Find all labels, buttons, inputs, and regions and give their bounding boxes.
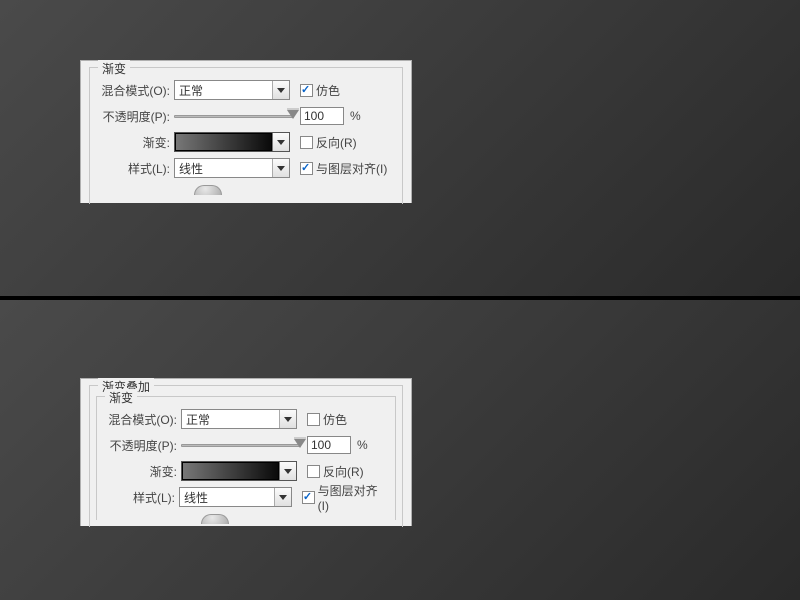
reverse-label: 反向(R) [316,134,357,151]
style-value: 线性 [175,160,272,177]
opacity-slider[interactable] [174,107,294,125]
opacity-slider[interactable] [181,436,301,454]
gradient-overlay-panel-bottom: 渐变叠加 渐变 混合模式(O): 正常 仿色 不透明度(P): 100 % [80,378,412,526]
gradient-dropdown-button[interactable] [279,462,296,480]
gradient-row: 渐变: 反向(R) [98,130,394,154]
blend-mode-label: 混合模式(O): [98,82,174,99]
reverse-checkbox[interactable] [300,136,313,149]
opacity-unit: % [357,438,368,452]
gradient-label: 渐变: [98,134,174,151]
style-dropdown-button[interactable] [272,159,289,177]
dither-label: 仿色 [316,82,340,99]
opacity-row: 不透明度(P): 100 % [105,433,387,457]
opacity-slider-track [181,444,301,447]
chevron-down-icon [277,88,285,93]
angle-dial-icon[interactable] [201,514,229,524]
cutoff-row [98,182,394,198]
style-label: 样式(L): [105,489,179,506]
style-combo[interactable]: 线性 [174,158,290,178]
gradient-legend: 渐变 [98,60,130,77]
cutoff-row [105,511,387,527]
style-row: 样式(L): 线性 与图层对齐(I) [98,156,394,180]
gradient-label: 渐变: [105,463,181,480]
style-row: 样式(L): 线性 与图层对齐(I) [105,485,387,509]
opacity-input[interactable]: 100 [307,436,351,454]
blend-mode-row: 混合模式(O): 正常 仿色 [98,78,394,102]
gradient-inner-legend: 渐变 [105,389,137,406]
chevron-down-icon [284,417,292,422]
style-label: 样式(L): [98,160,174,177]
opacity-label: 不透明度(P): [98,108,174,125]
gradient-dropdown-button[interactable] [272,133,289,151]
gradient-panel-top: 渐变 混合模式(O): 正常 仿色 不透明度(P): 100 % 渐变: [80,60,412,203]
gradient-row: 渐变: 反向(R) [105,459,387,483]
opacity-slider-thumb[interactable] [294,439,306,448]
align-label: 与图层对齐(I) [316,160,387,177]
align-checkbox[interactable] [300,162,313,175]
blend-mode-combo[interactable]: 正常 [174,80,290,100]
horizontal-divider [0,296,800,300]
gradient-preview [182,462,279,480]
gradient-swatch[interactable] [181,461,297,481]
align-checkbox[interactable] [302,491,315,504]
chevron-down-icon [279,495,287,500]
chevron-down-icon [277,140,285,145]
opacity-input[interactable]: 100 [300,107,344,125]
opacity-slider-track [174,115,294,118]
gradient-swatch[interactable] [174,132,290,152]
gradient-overlay-fieldset: 渐变叠加 渐变 混合模式(O): 正常 仿色 不透明度(P): 100 % [89,385,403,527]
angle-dial-icon[interactable] [194,185,222,195]
opacity-label: 不透明度(P): [105,437,181,454]
dither-checkbox[interactable] [300,84,313,97]
chevron-down-icon [277,166,285,171]
reverse-checkbox[interactable] [307,465,320,478]
gradient-inner-fieldset: 渐变 混合模式(O): 正常 仿色 不透明度(P): 100 % [96,396,396,520]
blend-mode-dropdown-button[interactable] [272,81,289,99]
reverse-label: 反向(R) [323,463,364,480]
blend-mode-row: 混合模式(O): 正常 仿色 [105,407,387,431]
gradient-preview [175,133,272,151]
align-label: 与图层对齐(I) [318,482,387,513]
blend-mode-label: 混合模式(O): [105,411,181,428]
opacity-slider-thumb[interactable] [287,110,299,119]
chevron-down-icon [284,469,292,474]
blend-mode-value: 正常 [175,82,272,99]
gradient-fieldset: 渐变 混合模式(O): 正常 仿色 不透明度(P): 100 % 渐变: [89,67,403,204]
blend-mode-value: 正常 [182,411,279,428]
dither-checkbox[interactable] [307,413,320,426]
style-combo[interactable]: 线性 [179,487,292,507]
style-dropdown-button[interactable] [274,488,291,506]
opacity-unit: % [350,109,361,123]
blend-mode-dropdown-button[interactable] [279,410,296,428]
opacity-row: 不透明度(P): 100 % [98,104,394,128]
blend-mode-combo[interactable]: 正常 [181,409,297,429]
style-value: 线性 [180,489,274,506]
dither-label: 仿色 [323,411,347,428]
